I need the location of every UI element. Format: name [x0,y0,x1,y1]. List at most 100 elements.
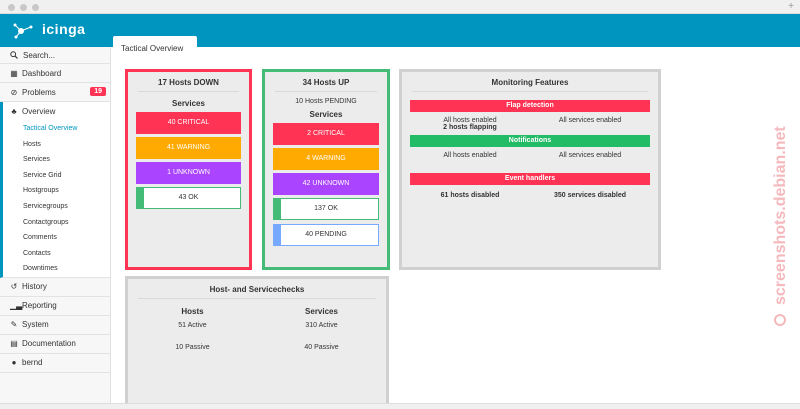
ok-stripe [274,199,281,219]
flap-hosts-status[interactable]: All hosts enabled 2 hosts flapping [410,117,530,131]
sidebar-item-label: Documentation [22,339,76,349]
book-icon: ▤ [10,339,18,349]
problems-count-badge: 19 [90,87,106,96]
hosts-flapping-label: 2 hosts flapping [443,124,497,131]
sidebar-item-label: Reporting [22,301,57,311]
app-header: icinga Tactical Overview [0,14,800,61]
problems-icon: ⊘ [10,87,18,97]
icinga-logo[interactable]: icinga [12,21,85,39]
sidebar-item-problems[interactable]: ⊘ Problems 19 [0,83,110,102]
sidebar: Search... ▦ Dashboard ⊘ Problems 19 ♣ Ov… [0,47,111,403]
pending-label: 40 PENDING [305,231,347,238]
unknown-services-bar[interactable]: 42 UNKNOWN [273,173,379,195]
sidebar-item-documentation[interactable]: ▤ Documentation [0,335,110,354]
sidebar-item-user[interactable]: ● bernd [0,354,110,373]
notifications-hosts-status[interactable]: All hosts enabled [410,152,530,159]
sidebar-item-label: System [22,320,49,330]
ok-services-bar[interactable]: 137 OK [273,198,379,220]
sidebar-subitem-contactgroups[interactable]: Contactgroups [3,215,110,231]
search-input[interactable]: Search... [0,47,110,64]
checks-title: Host- and Servicechecks [138,279,376,299]
hosts-down-panel: 17 Hosts DOWN Services 40 CRITICAL 41 WA… [125,69,252,270]
sidebar-item-overview[interactable]: ♣ Overview [0,102,110,121]
notifications-header[interactable]: Notifications [410,135,650,147]
pending-services-bar[interactable]: 40 PENDING [273,224,379,246]
watermark-text: screenshots.debian.net [772,126,789,326]
sidebar-item-reporting[interactable]: ▁▃ Reporting [0,297,110,316]
hosts-up-title[interactable]: 34 Hosts UP [275,72,377,92]
overview-icon: ♣ [11,107,17,116]
sidebar-item-history[interactable]: ↺ History [0,278,110,297]
notifications-row: All hosts enabled All services enabled [410,152,650,159]
sidebar-item-dashboard[interactable]: ▦ Dashboard [0,64,110,83]
flap-hosts-label: All hosts enabled [443,117,497,124]
hosts-checks-column: Hosts 51 Active 10 Passive [128,307,257,351]
monitoring-features-panel: Monitoring Features Flap detection All h… [399,69,661,270]
unknown-services-bar[interactable]: 1 UNKNOWN [136,162,241,184]
sidebar-subitem-tactical-overview[interactable]: Tactical Overview [3,121,110,137]
tab-tactical-overview[interactable]: Tactical Overview [113,36,197,61]
pending-hosts-label[interactable]: 10 Hosts PENDING [265,98,387,105]
overview-submenu: Tactical Overview Hosts Services Service… [0,121,110,278]
wrench-icon: ✎ [10,320,18,330]
sidebar-subitem-hostgroups[interactable]: Hostgroups [3,183,110,199]
history-icon: ↺ [10,282,18,292]
sidebar-item-label: Problems [22,87,56,97]
sidebar-item-label: Overview [22,107,56,116]
sidebar-subitem-service-grid[interactable]: Service Grid [3,168,110,184]
maximize-window-icon[interactable] [32,4,39,11]
sidebar-item-label: History [22,282,47,292]
hosts-up-panel: 34 Hosts UP 10 Hosts PENDING Services 2 … [262,69,390,270]
critical-services-bar[interactable]: 40 CRITICAL [136,112,241,134]
sidebar-subitem-services[interactable]: Services [3,152,110,168]
sidebar-subitem-servicegroups[interactable]: Servicegroups [3,199,110,215]
warning-services-bar[interactable]: 41 WARNING [136,137,241,159]
event-handlers-header[interactable]: Event handlers [410,173,650,185]
services-checks-column: Services 310 Active 40 Passive [257,307,386,351]
minimize-window-icon[interactable] [20,4,27,11]
user-icon: ● [11,358,17,368]
search-placeholder: Search... [23,50,56,60]
new-tab-icon[interactable]: + [788,1,794,13]
flap-detection-row: All hosts enabled 2 hosts flapping All se… [410,117,650,131]
sidebar-subitem-hosts[interactable]: Hosts [3,137,110,153]
sidebar-subitem-comments[interactable]: Comments [3,230,110,246]
watermark: screenshots.debian.net [769,65,791,335]
notifications-services-status[interactable]: All services enabled [530,152,650,159]
event-services-status[interactable]: 350 services disabled [530,192,650,199]
hosts-column-label: Hosts [181,307,204,316]
ok-stripe [137,188,144,208]
hosts-down-title[interactable]: 17 Hosts DOWN [138,72,239,92]
hosts-passive-count[interactable]: 10 Passive [128,344,257,351]
reporting-icon: ▁▃ [10,301,23,311]
dashboard-icon: ▦ [10,68,18,78]
warning-services-bar[interactable]: 4 WARNING [273,148,379,170]
monitoring-features-title: Monitoring Features [412,72,648,92]
services-label: Services [309,110,343,119]
event-handlers-row: 61 hosts disabled 350 services disabled [410,192,650,199]
checks-grid: Hosts 51 Active 10 Passive Services 310 … [128,307,386,351]
ok-label: 43 OK [178,194,199,201]
ok-label: 137 OK [314,205,338,212]
services-label: Services [172,99,205,108]
checks-panel: Host- and Servicechecks Hosts 51 Active … [125,276,389,403]
svg-text:screenshots.debian.net: screenshots.debian.net [772,126,789,305]
sidebar-item-label: bernd [22,358,43,368]
services-passive-count[interactable]: 40 Passive [257,344,386,351]
hosts-active-count[interactable]: 51 Active [128,322,257,329]
sidebar-item-system[interactable]: ✎ System [0,316,110,335]
debian-swirl-icon [774,314,786,326]
services-column-label: Services [305,307,338,316]
services-active-count[interactable]: 310 Active [257,322,386,329]
flap-detection-header[interactable]: Flap detection [410,100,650,112]
sidebar-item-label: Dashboard [22,68,62,78]
sidebar-subitem-contacts[interactable]: Contacts [3,246,110,262]
logo-text: icinga [42,21,86,37]
sidebar-subitem-downtimes[interactable]: Downtimes [3,261,110,277]
close-window-icon[interactable] [8,4,15,11]
ok-services-bar[interactable]: 43 OK [136,187,241,209]
flap-services-status[interactable]: All services enabled [530,117,650,131]
critical-services-bar[interactable]: 2 CRITICAL [273,123,379,145]
event-hosts-status[interactable]: 61 hosts disabled [410,192,530,199]
window-titlebar: + [0,0,800,14]
